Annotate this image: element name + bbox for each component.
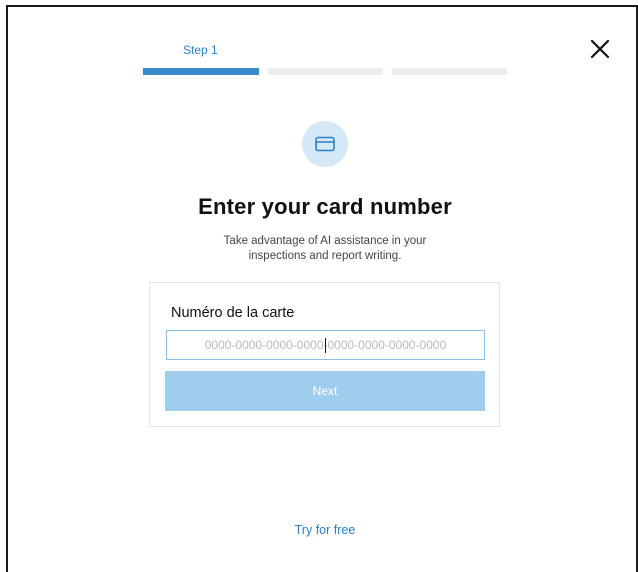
card-icon-badge — [302, 121, 348, 167]
progress-segment-3 — [392, 68, 507, 75]
step-label: Step 1 — [183, 43, 218, 57]
close-icon — [590, 39, 610, 59]
progress-segment-1-active — [143, 68, 259, 75]
try-for-free-link[interactable]: Try for free — [0, 523, 638, 537]
page-title: Enter your card number — [198, 194, 452, 219]
text-caret — [325, 338, 326, 353]
card-number-label: Numéro de la carte — [171, 305, 295, 321]
page-subtitle: Take advantage of AI assistance in your … — [223, 235, 427, 262]
credit-card-icon — [315, 136, 335, 152]
close-button[interactable] — [588, 37, 612, 61]
card-number-form: Numéro de la carte Next — [149, 282, 500, 427]
progress-segment-2 — [268, 68, 383, 75]
next-button[interactable]: Next — [165, 371, 485, 411]
